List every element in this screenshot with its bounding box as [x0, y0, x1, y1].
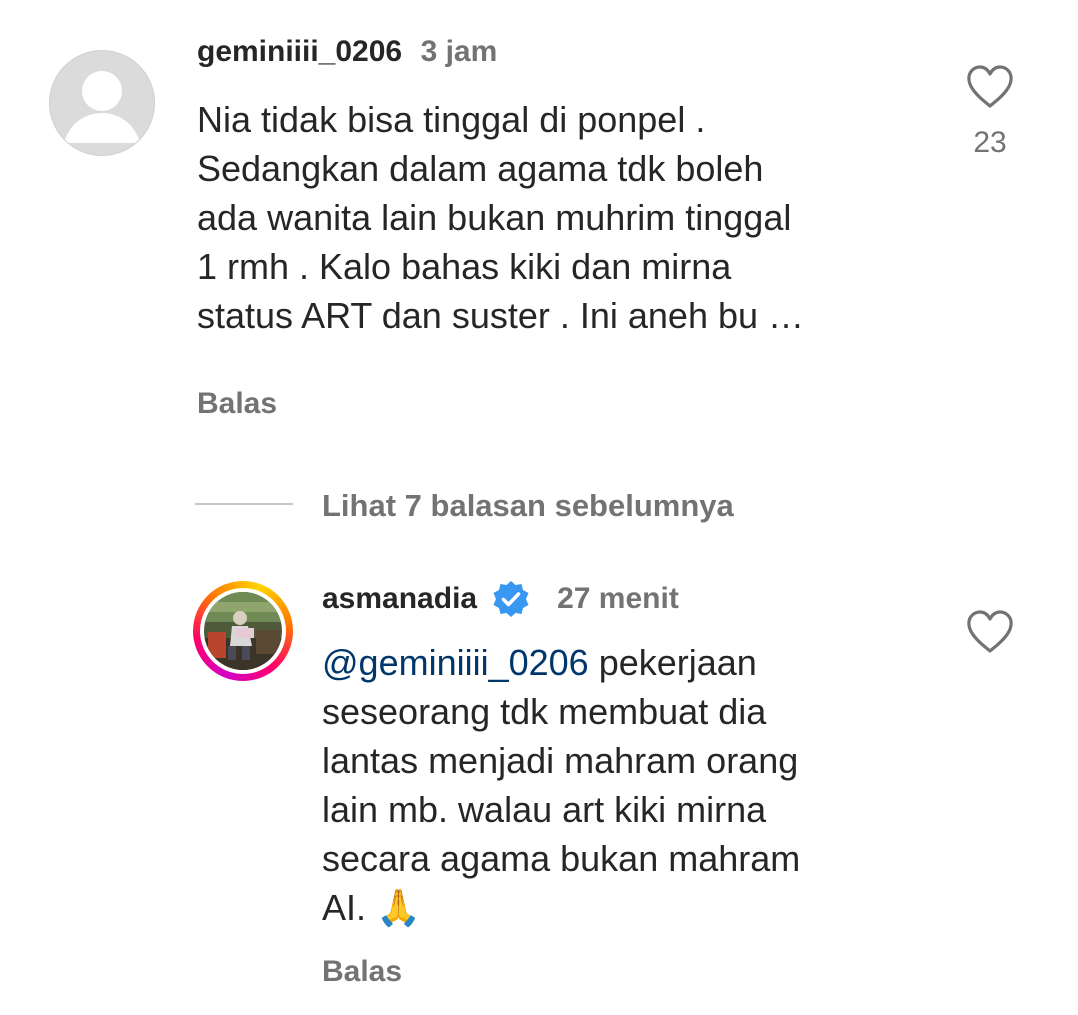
reply-button[interactable]: Balas [322, 954, 402, 990]
like-count: 23 [973, 126, 1007, 159]
mention-link[interactable]: @geminiiii_0206 [322, 642, 589, 683]
comment-text: Nia tidak bisa tinggal di ponpel . Sedan… [197, 99, 805, 336]
reply-text: @geminiiii_0206 pekerjaan seseorang tdk … [322, 638, 922, 933]
like-button[interactable] [966, 64, 1014, 110]
view-previous-replies-button[interactable]: Lihat 7 balasan sebelumnya [322, 487, 734, 525]
reply-username[interactable]: asmanadia [322, 581, 477, 617]
avatar[interactable] [49, 50, 155, 156]
like-button[interactable] [966, 609, 1014, 655]
comment-username[interactable]: geminiiii_0206 [197, 35, 402, 68]
reply-button[interactable]: Balas [197, 386, 277, 422]
reply-body: pekerjaan seseorang tdk membuat dia lant… [322, 642, 801, 928]
heart-icon [967, 65, 1013, 108]
divider-line [195, 503, 293, 505]
reply-timestamp: 27 menit [557, 582, 679, 615]
comment-header: geminiiii_0206 3 jam [197, 34, 497, 70]
verified-badge-icon [491, 579, 531, 619]
profile-photo [204, 592, 282, 670]
pray-emoji-icon: 🙏 [376, 888, 421, 929]
reply-header: asmanadia 27 menit [322, 579, 679, 619]
default-avatar-icon [50, 51, 154, 155]
heart-icon [967, 610, 1013, 653]
avatar[interactable] [193, 581, 293, 681]
comment-timestamp: 3 jam [420, 35, 498, 68]
